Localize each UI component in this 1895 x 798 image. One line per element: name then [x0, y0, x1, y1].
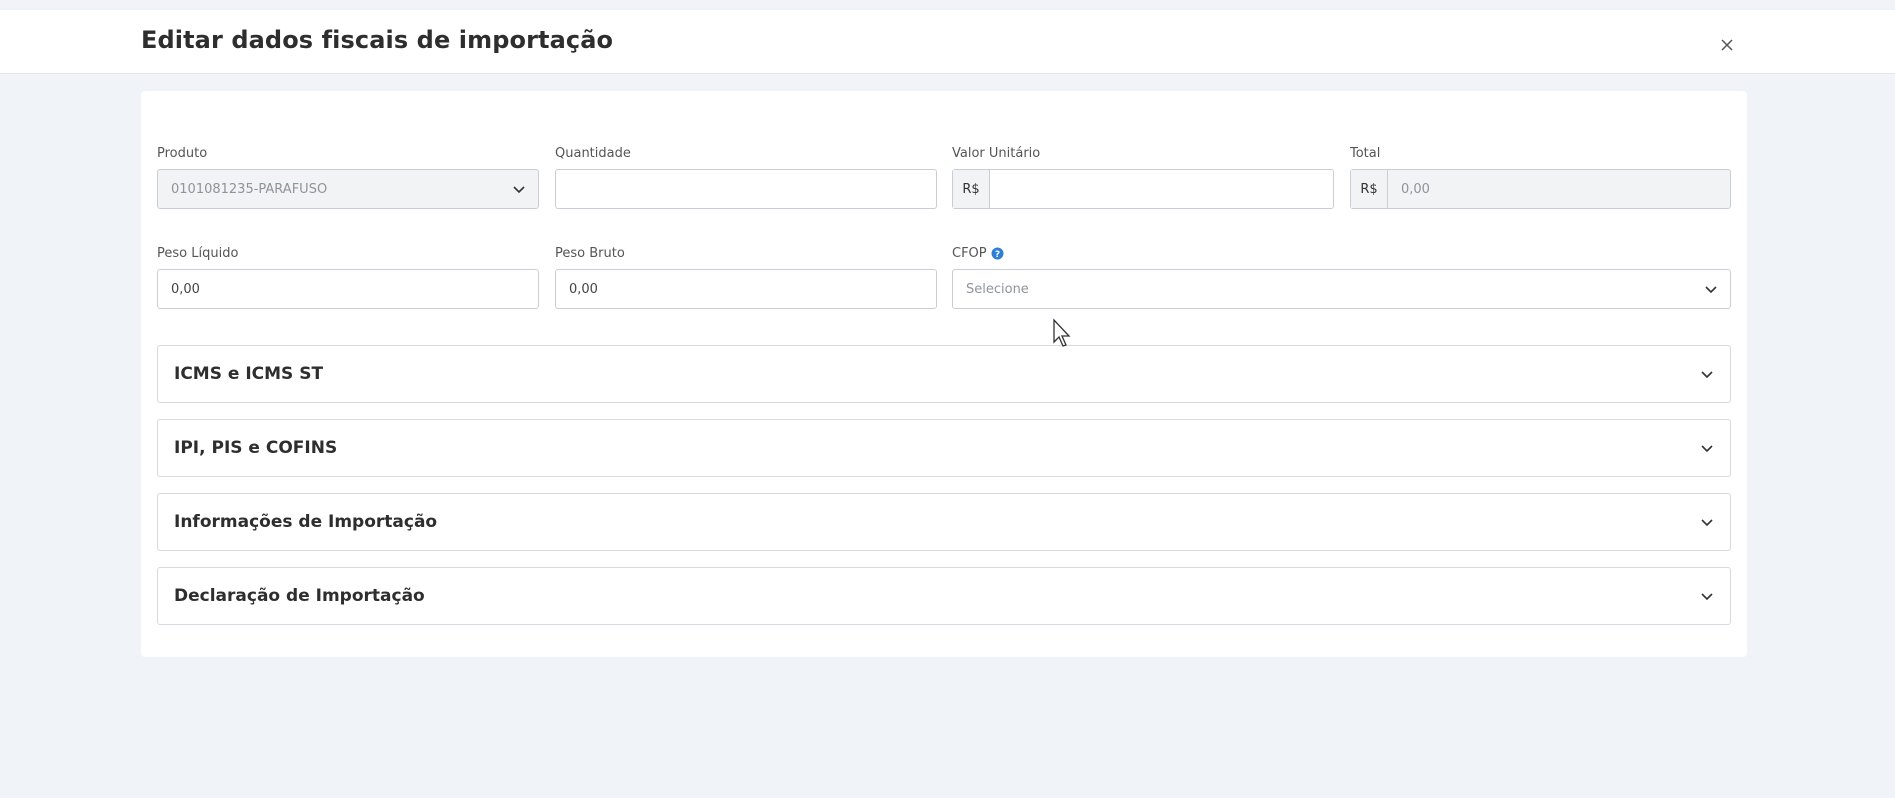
produto-value: 0101081235-PARAFUSO: [171, 181, 328, 197]
section-title: Declaração de Importação: [174, 586, 425, 606]
section-icms[interactable]: ICMS e ICMS ST: [157, 345, 1731, 403]
svg-text:?: ?: [995, 250, 1000, 260]
total-value: 0,00: [1401, 181, 1430, 197]
peso-bruto-box: [555, 269, 937, 309]
section-title: Informações de Importação: [174, 512, 438, 532]
valor-unitario-box: R$: [952, 169, 1334, 209]
cfop-field: CFOP ? Selecione: [952, 244, 1731, 309]
peso-bruto-field: Peso Bruto: [555, 244, 937, 309]
chevron-down-icon: [1701, 371, 1713, 379]
currency-prefix: R$: [953, 170, 990, 208]
produto-field: Produto 0101081235-PARAFUSO: [157, 144, 539, 209]
quantidade-field: Quantidade: [555, 144, 937, 209]
produto-label: Produto: [157, 145, 208, 161]
peso-bruto-label: Peso Bruto: [555, 245, 625, 261]
section-informacoes-importacao[interactable]: Informações de Importação: [157, 493, 1731, 551]
section-ipi-pis-cofins[interactable]: IPI, PIS e COFINS: [157, 419, 1731, 477]
chevron-down-icon: [1701, 445, 1713, 453]
quantidade-label: Quantidade: [555, 145, 631, 161]
valor-unitario-input[interactable]: [990, 170, 1333, 208]
quantidade-input[interactable]: [556, 170, 936, 208]
total-box: R$ 0,00: [1350, 169, 1731, 209]
page-title: Editar dados fiscais de importação: [141, 26, 614, 54]
top-strip: [0, 0, 1895, 10]
modal-header: Editar dados fiscais de importação: [0, 10, 1895, 74]
section-title: IPI, PIS e COFINS: [174, 438, 338, 458]
section-title: ICMS e ICMS ST: [174, 364, 324, 384]
chevron-down-icon: [513, 186, 525, 194]
valor-unitario-label: Valor Unitário: [952, 145, 1041, 161]
total-label: Total: [1350, 145, 1381, 161]
help-circle-icon[interactable]: ?: [991, 247, 1004, 260]
peso-liquido-box: [157, 269, 539, 309]
cfop-placeholder: Selecione: [966, 281, 1029, 297]
section-declaracao-importacao[interactable]: Declaração de Importação: [157, 567, 1731, 625]
peso-liquido-field: Peso Líquido: [157, 244, 539, 309]
peso-bruto-input[interactable]: [556, 270, 936, 308]
quantidade-box: [555, 169, 937, 209]
close-button[interactable]: [1714, 32, 1740, 58]
cfop-label: CFOP: [952, 245, 987, 261]
produto-select[interactable]: 0101081235-PARAFUSO: [157, 169, 539, 209]
chevron-down-icon: [1705, 286, 1717, 294]
peso-liquido-input[interactable]: [158, 270, 538, 308]
cfop-label-row: CFOP ?: [952, 244, 1731, 262]
valor-unitario-field: Valor Unitário R$: [952, 144, 1334, 209]
chevron-down-icon: [1701, 519, 1713, 527]
mouse-cursor-icon: [1053, 318, 1071, 347]
chevron-down-icon: [1701, 593, 1713, 601]
close-icon: [1721, 39, 1733, 51]
form-card: Produto 0101081235-PARAFUSO Quantidade V…: [141, 91, 1747, 657]
cfop-select[interactable]: Selecione: [952, 269, 1731, 309]
total-field: Total R$ 0,00: [1350, 144, 1731, 209]
peso-liquido-label: Peso Líquido: [157, 245, 239, 261]
currency-prefix: R$: [1351, 170, 1388, 208]
